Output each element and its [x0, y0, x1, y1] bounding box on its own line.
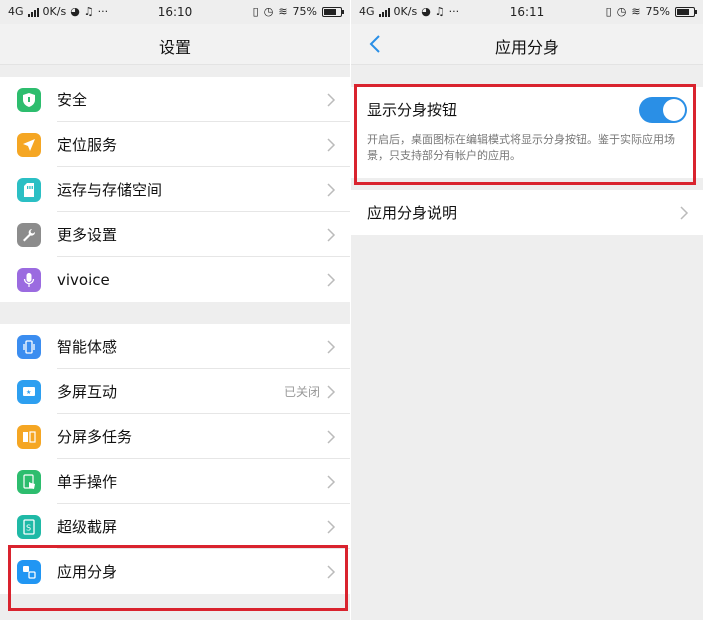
- chevron-right-icon: [327, 92, 336, 107]
- multiscreen-icon: ★: [17, 379, 41, 404]
- settings-item-split-screen[interactable]: 分屏多任务: [0, 414, 350, 459]
- status-bar: 4G 0K/s ◕ ♫ ··· 16:10 ▯ ◷ ≋ 75%: [0, 0, 350, 24]
- settings-item-storage[interactable]: 运存与存储空间: [0, 167, 350, 212]
- vibrate-icon: ▯: [252, 5, 259, 18]
- settings-item-label: 运存与存储空间: [57, 181, 163, 199]
- location-icon: [17, 132, 41, 157]
- settings-item-label: 分屏多任务: [57, 428, 133, 446]
- status-right-group: ▯ ◷ ≋ 75%: [252, 5, 344, 18]
- settings-item-multiscreen[interactable]: ★ 多屏互动 已关闭: [0, 369, 350, 414]
- wrench-icon: [17, 222, 41, 247]
- page-title: 设置: [158, 38, 191, 57]
- info-label: 应用分身说明: [367, 204, 458, 222]
- settings-item-vivoice[interactable]: vivoice: [0, 257, 350, 302]
- settings-item-label: 定位服务: [57, 136, 118, 154]
- header: 设置: [0, 24, 350, 65]
- battery-icon: [675, 6, 697, 17]
- settings-item-one-hand[interactable]: 单手操作: [0, 459, 350, 504]
- chevron-right-icon: [327, 519, 336, 534]
- chevron-right-icon: [327, 272, 336, 287]
- svg-text:S: S: [26, 523, 31, 532]
- motion-icon: [17, 334, 41, 359]
- status-bar: 4G 0K/s ◕ ♫ ··· 16:11 ▯ ◷ ≋ 75%: [351, 0, 703, 24]
- settings-group-1: 安全 定位服务 运存与存储空间 更多设置 vivoice: [0, 77, 350, 302]
- alarm-icon: ◷: [616, 5, 627, 18]
- settings-item-label: 应用分身: [57, 563, 118, 581]
- one-hand-icon: [17, 469, 41, 494]
- show-clone-button-row: 显示分身按钮: [351, 87, 703, 132]
- battery-percent: 75%: [292, 5, 317, 18]
- toggle-knob: [663, 98, 685, 121]
- chevron-right-icon: [327, 429, 336, 444]
- show-clone-button-toggle[interactable]: [639, 96, 687, 123]
- settings-item-security[interactable]: 安全: [0, 77, 350, 122]
- battery-icon: [322, 6, 344, 17]
- settings-item-label: 多屏互动: [57, 383, 118, 401]
- microphone-icon: [17, 267, 41, 292]
- settings-screen: 4G 0K/s ◕ ♫ ··· 16:10 ▯ ◷ ≋ 75% 设置 安全 定位…: [0, 0, 350, 620]
- settings-item-label: 超级截屏: [57, 518, 118, 536]
- chevron-right-icon: [327, 137, 336, 152]
- toggle-description: 开启后，桌面图标在编辑模式将显示分身按钮。鉴于实际应用场景，只支持部分有帐户的应…: [367, 133, 675, 162]
- chevron-right-icon: [327, 227, 336, 242]
- page-title: 应用分身: [494, 38, 559, 57]
- toggle-label: 显示分身按钮: [367, 101, 458, 119]
- shield-icon: [17, 87, 41, 112]
- chevron-right-icon: [327, 474, 336, 489]
- header: 应用分身: [351, 24, 703, 65]
- status-right-group: ▯ ◷ ≋ 75%: [605, 5, 697, 18]
- chevron-right-icon: [327, 384, 336, 399]
- app-clone-info-item[interactable]: 应用分身说明: [351, 190, 703, 235]
- settings-item-app-clone[interactable]: 应用分身: [0, 549, 350, 594]
- status-value: 已关闭: [283, 385, 320, 399]
- settings-item-label: 智能体感: [57, 338, 118, 356]
- battery-percent: 75%: [645, 5, 670, 18]
- settings-item-more[interactable]: 更多设置: [0, 212, 350, 257]
- wifi-icon: ≋: [631, 5, 641, 18]
- svg-text:★: ★: [26, 389, 31, 396]
- app-clone-icon: [17, 559, 41, 584]
- settings-item-label: 安全: [57, 91, 88, 109]
- alarm-icon: ◷: [263, 5, 274, 18]
- storage-icon: [17, 177, 41, 202]
- chevron-right-icon: [327, 564, 336, 579]
- chevron-right-icon: [680, 205, 689, 220]
- settings-group-2: 智能体感 ★ 多屏互动 已关闭 分屏多任务 单手操作 S 超级截屏 应用分身: [0, 324, 350, 594]
- settings-item-label: 单手操作: [57, 473, 118, 491]
- settings-item-label: 更多设置: [57, 226, 118, 244]
- wifi-icon: ≋: [278, 5, 288, 18]
- screenshot-icon: S: [17, 514, 41, 539]
- app-clone-screen: 4G 0K/s ◕ ♫ ··· 16:11 ▯ ◷ ≋ 75% 应用分身 显示分…: [351, 0, 703, 620]
- splitscreen-icon: [17, 424, 41, 449]
- clone-toggle-section: 显示分身按钮 开启后，桌面图标在编辑模式将显示分身按钮。鉴于实际应用场景，只支持…: [351, 87, 703, 178]
- settings-item-label: vivoice: [57, 270, 110, 289]
- settings-item-super-screenshot[interactable]: S 超级截屏: [0, 504, 350, 549]
- chevron-right-icon: [327, 182, 336, 197]
- vibrate-icon: ▯: [605, 5, 612, 18]
- settings-item-location[interactable]: 定位服务: [0, 122, 350, 167]
- settings-item-smart-motion[interactable]: 智能体感: [0, 324, 350, 369]
- chevron-right-icon: [327, 339, 336, 354]
